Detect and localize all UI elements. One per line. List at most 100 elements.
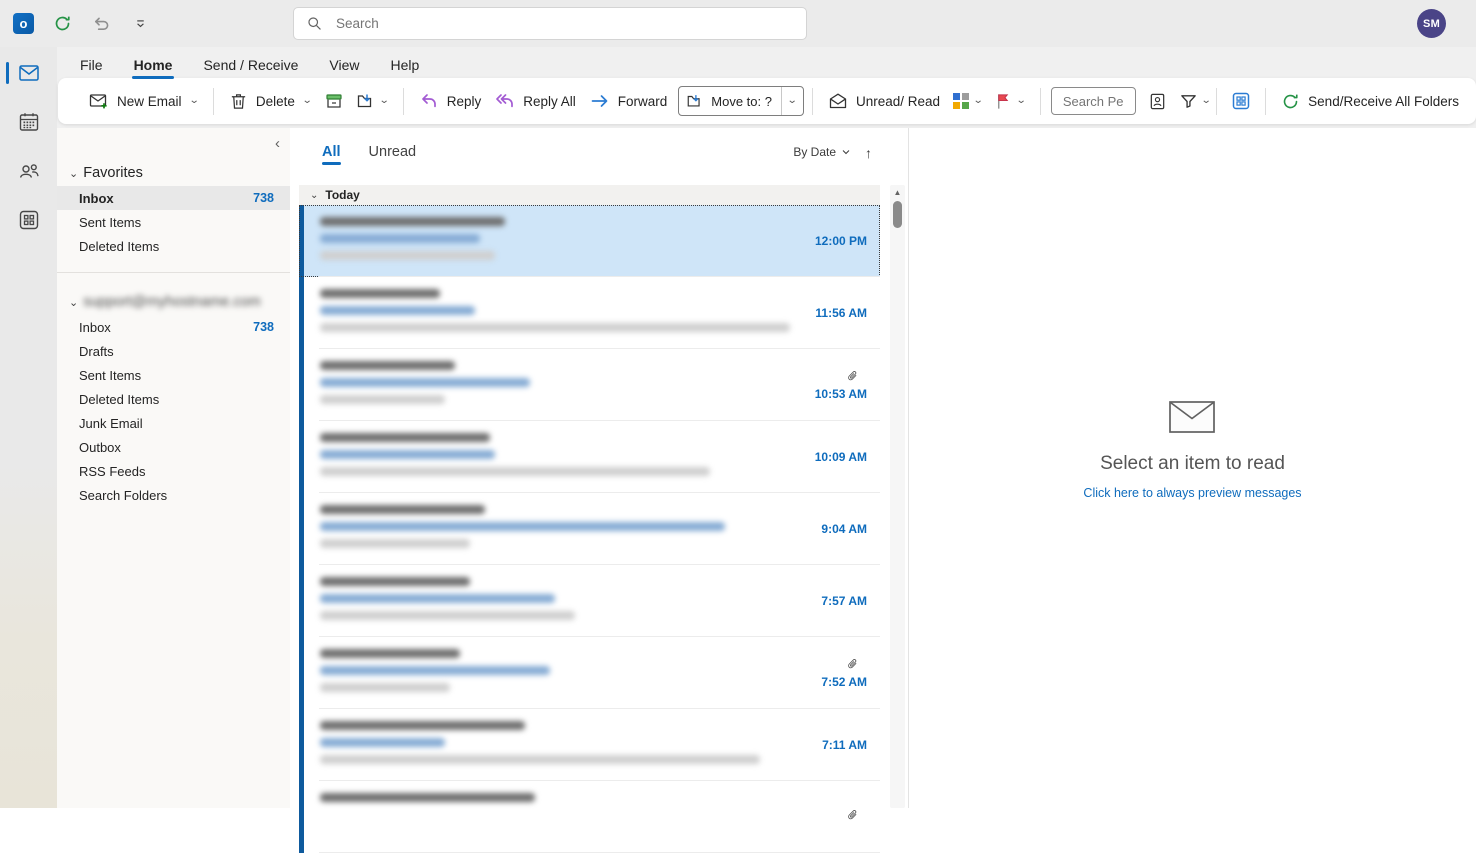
folder-label: Deleted Items xyxy=(79,239,159,254)
categorize-button[interactable]: ⌄ xyxy=(947,85,988,117)
attachment-icon xyxy=(847,369,859,384)
account-email-redacted: support@myhostname.com xyxy=(83,294,261,310)
ribbon: New Email ⌄ Delete ⌄ ⌄ xyxy=(57,78,1476,128)
redacted-sender xyxy=(320,649,460,658)
chevron-down-icon[interactable]: ⌄ xyxy=(973,96,984,106)
forward-button[interactable]: Forward xyxy=(583,85,675,117)
reply-all-button[interactable]: Reply All xyxy=(488,85,583,117)
folder-item-outbox[interactable]: Outbox xyxy=(57,435,290,459)
always-preview-link[interactable]: Click here to always preview messages xyxy=(1083,486,1301,500)
envelope-icon xyxy=(1169,401,1215,433)
move-to-dropdown[interactable]: ⌄ xyxy=(781,87,803,115)
redacted-subject xyxy=(320,594,555,603)
reply-button[interactable]: Reply xyxy=(412,85,489,117)
global-search-box[interactable] xyxy=(293,7,807,40)
scrollbar-thumb[interactable] xyxy=(893,201,902,228)
folder-item-sent-items[interactable]: Sent Items xyxy=(57,363,290,387)
redacted-subject xyxy=(320,738,445,747)
folder-item-deleted-items[interactable]: Deleted Items xyxy=(57,387,290,411)
email-row[interactable]: 9:04 AM xyxy=(299,493,880,565)
menu-tab-file[interactable]: File xyxy=(79,55,104,75)
redacted-sender xyxy=(320,577,470,586)
menu-tab-help[interactable]: Help xyxy=(390,55,421,75)
address-book-button[interactable] xyxy=(1142,85,1173,117)
list-tab-unread[interactable]: Unread xyxy=(369,144,417,168)
sort-by-button[interactable]: By Date xyxy=(793,145,851,168)
delete-icon xyxy=(229,92,248,111)
group-header-today[interactable]: ⌄ Today xyxy=(299,185,880,205)
folder-label: Sent Items xyxy=(79,215,141,230)
redacted-sender xyxy=(320,217,505,226)
chevron-down-icon[interactable]: ⌄ xyxy=(188,96,199,106)
reading-pane-title: Select an item to read xyxy=(1100,453,1285,475)
folder-item-sent-items[interactable]: Sent Items xyxy=(57,210,290,234)
move-to-split-button[interactable]: Move to: ? ⌄ xyxy=(678,86,804,116)
folder-item-inbox[interactable]: Inbox738 xyxy=(57,315,290,339)
chevron-down-icon[interactable]: ⌄ xyxy=(1016,96,1027,106)
list-tab-all[interactable]: All xyxy=(322,144,341,168)
send-receive-all-button[interactable]: Send/Receive All Folders xyxy=(1274,85,1466,117)
people-module-icon[interactable] xyxy=(17,159,41,183)
new-email-icon xyxy=(89,91,109,111)
redacted-preview xyxy=(320,539,470,548)
search-people-box[interactable] xyxy=(1051,87,1136,115)
menu-tab-send-receive[interactable]: Send / Receive xyxy=(202,55,299,75)
menu-tab-view[interactable]: View xyxy=(328,55,360,75)
email-row[interactable]: 10:53 AM xyxy=(299,349,880,421)
chevron-down-icon[interactable]: ⌄ xyxy=(1201,96,1212,106)
favorites-header[interactable]: ⌄ Favorites xyxy=(57,160,290,186)
undo-icon[interactable] xyxy=(90,13,112,35)
filter-icon xyxy=(1179,92,1198,111)
email-row[interactable]: 7:11 AM xyxy=(299,709,880,781)
unread-count: 738 xyxy=(253,320,274,334)
delete-button[interactable]: Delete ⌄ xyxy=(222,85,318,117)
scroll-up-icon[interactable]: ▲ xyxy=(894,189,902,197)
folder-item-inbox[interactable]: Inbox738 xyxy=(57,186,290,210)
email-row[interactable]: 7:52 AM xyxy=(299,637,880,709)
redacted-preview xyxy=(320,251,495,260)
account-folder-list: Inbox738DraftsSent ItemsDeleted ItemsJun… xyxy=(57,315,290,507)
mail-module-icon[interactable] xyxy=(17,61,41,85)
new-email-button[interactable]: New Email ⌄ xyxy=(82,85,205,117)
menu-tab-home[interactable]: Home xyxy=(133,55,174,75)
email-time: 9:04 AM xyxy=(821,522,867,536)
folder-item-drafts[interactable]: Drafts xyxy=(57,339,290,363)
filter-button[interactable]: ⌄ xyxy=(1173,85,1216,117)
redacted-sender xyxy=(320,361,455,370)
email-row[interactable] xyxy=(299,781,880,853)
redacted-sender xyxy=(320,433,490,442)
folder-item-junk-email[interactable]: Junk Email xyxy=(57,411,290,435)
email-row[interactable]: 10:09 AM xyxy=(299,421,880,493)
redacted-preview xyxy=(320,467,710,476)
email-time: 12:00 PM xyxy=(815,234,867,248)
email-row[interactable]: 7:57 AM xyxy=(299,565,880,637)
move-button[interactable]: ⌄ xyxy=(350,85,394,117)
folder-item-deleted-items[interactable]: Deleted Items xyxy=(57,234,290,258)
reading-pane-layout-button[interactable] xyxy=(1225,85,1257,117)
categorize-icon xyxy=(953,93,970,110)
unread-read-button[interactable]: Unread/ Read xyxy=(821,85,947,117)
chevron-down-icon[interactable]: ⌄ xyxy=(302,96,313,106)
email-row[interactable]: 11:56 AM xyxy=(299,277,880,349)
user-avatar[interactable]: SM xyxy=(1417,9,1446,38)
flag-button[interactable]: ⌄ xyxy=(988,85,1031,117)
redacted-preview xyxy=(320,683,450,692)
search-input[interactable] xyxy=(334,15,794,32)
sort-direction-icon[interactable]: ↑ xyxy=(865,145,872,168)
unread-read-label: Unread/ Read xyxy=(856,94,940,109)
apps-module-icon[interactable] xyxy=(17,208,41,232)
folder-item-search-folders[interactable]: Search Folders xyxy=(57,483,290,507)
chevron-down-icon[interactable]: ⌄ xyxy=(379,96,390,106)
divider xyxy=(57,272,290,273)
list-scrollbar[interactable]: ▲ xyxy=(890,185,905,808)
account-header[interactable]: ⌄ support@myhostname.com xyxy=(57,289,290,315)
sync-icon[interactable] xyxy=(51,13,73,35)
collapse-folder-pane-icon[interactable]: ‹ xyxy=(275,136,280,151)
customize-toolbar-icon[interactable] xyxy=(129,13,151,35)
calendar-module-icon[interactable] xyxy=(17,110,41,134)
search-people-input[interactable] xyxy=(1061,93,1126,110)
archive-button[interactable] xyxy=(318,85,350,117)
redacted-sender xyxy=(320,721,525,730)
email-row[interactable]: 12:00 PM xyxy=(299,205,880,277)
folder-item-rss-feeds[interactable]: RSS Feeds xyxy=(57,459,290,483)
